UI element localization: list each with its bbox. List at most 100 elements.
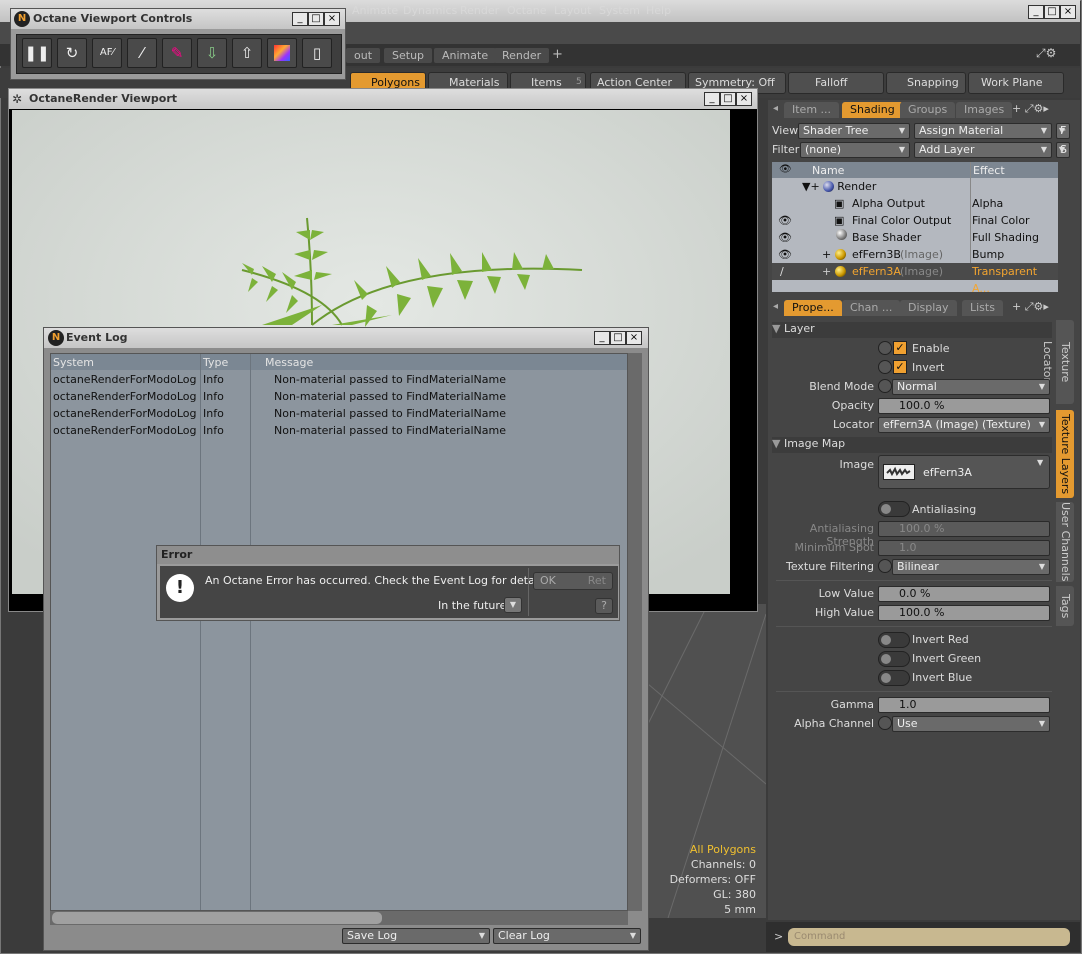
- material-picker-icon[interactable]: ✎: [162, 38, 192, 68]
- maximize-icon[interactable]: □: [1044, 5, 1060, 19]
- autofocus-picker-icon[interactable]: AF⁄: [92, 38, 122, 68]
- falloff-dropdown[interactable]: Falloff: [788, 72, 884, 94]
- menu-help[interactable]: Help: [646, 4, 671, 17]
- minimize-icon[interactable]: _: [704, 92, 720, 106]
- document-icon[interactable]: ▯: [302, 38, 332, 68]
- image-map-section[interactable]: ▼ Image Map: [772, 437, 1052, 453]
- eye-icon[interactable]: 👁: [778, 212, 792, 229]
- tree-row-base-shader[interactable]: 👁 Base Shader Full Shading: [772, 229, 1058, 246]
- minimize-icon[interactable]: _: [1028, 5, 1044, 19]
- close-icon[interactable]: ×: [1060, 5, 1076, 19]
- tab-item-list[interactable]: Item ...: [784, 102, 840, 118]
- vertical-scrollbar[interactable]: [628, 353, 642, 911]
- enable-checkbox[interactable]: ✓: [893, 341, 907, 355]
- horizontal-scroll-thumb[interactable]: [52, 912, 382, 924]
- column-system[interactable]: System: [53, 356, 94, 369]
- download-icon[interactable]: ⇩: [197, 38, 227, 68]
- blend-mode-radio[interactable]: [878, 379, 892, 393]
- panel-menu-icon[interactable]: ◂: [773, 103, 778, 114]
- tree-row-effern3a[interactable]: ∕ + efFern3A (Image) Transparent A...: [772, 263, 1058, 295]
- filter-dropdown[interactable]: (none): [800, 142, 910, 158]
- log-row[interactable]: octaneRenderForModoLog Info Non-material…: [51, 422, 627, 439]
- add-tab-icon[interactable]: +: [552, 47, 563, 62]
- minimize-icon[interactable]: _: [594, 331, 610, 345]
- aa-strength-field[interactable]: 100.0 %: [878, 521, 1050, 537]
- restart-icon[interactable]: ↻: [57, 38, 87, 68]
- image-selector[interactable]: efFern3A ▼: [878, 455, 1050, 489]
- menu-layout[interactable]: Layout: [554, 4, 591, 17]
- tab-lists[interactable]: Lists: [962, 300, 1003, 316]
- enable-radio[interactable]: [878, 341, 892, 355]
- log-row[interactable]: octaneRenderForModoLog Info Non-material…: [51, 371, 627, 388]
- assign-material-button[interactable]: Assign Material: [914, 123, 1052, 139]
- future-dropdown[interactable]: ▼: [504, 597, 522, 613]
- panel-menu-icon[interactable]: ◂: [773, 301, 778, 312]
- menu-animate[interactable]: Animate: [352, 4, 398, 17]
- tree-row-render[interactable]: ▼+ Render: [772, 178, 1058, 195]
- tab-properties[interactable]: Prope...: [784, 300, 842, 316]
- tab-groups[interactable]: Groups: [900, 102, 956, 118]
- invert-blue-toggle[interactable]: [878, 670, 910, 686]
- gamma-field[interactable]: 1.0: [878, 697, 1050, 713]
- log-row[interactable]: octaneRenderForModoLog Info Non-material…: [51, 405, 627, 422]
- column-type[interactable]: Type: [203, 356, 228, 369]
- tab-images[interactable]: Images: [956, 102, 1013, 118]
- add-layer-dropdown[interactable]: Add Layer: [914, 142, 1052, 158]
- invert-red-toggle[interactable]: [878, 632, 910, 648]
- save-log-dropdown[interactable]: Save Log: [342, 928, 490, 944]
- menu-dynamics[interactable]: Dynamics: [403, 4, 457, 17]
- tab-shading[interactable]: Shading: [842, 102, 903, 118]
- view-dropdown[interactable]: Shader Tree: [798, 123, 910, 139]
- close-icon[interactable]: ×: [736, 92, 752, 106]
- low-value-field[interactable]: 0.0 %: [878, 586, 1050, 602]
- menu-octane[interactable]: Octane: [507, 4, 547, 17]
- invert-radio[interactable]: [878, 360, 892, 374]
- maximize-icon[interactable]: □: [308, 12, 324, 26]
- menu-system[interactable]: System: [599, 4, 640, 17]
- event-log-title[interactable]: Event Log: [44, 328, 648, 348]
- command-input[interactable]: Command: [788, 928, 1070, 946]
- color-palette-icon[interactable]: [267, 38, 297, 68]
- work-plane-dropdown[interactable]: Work Plane: [968, 72, 1064, 94]
- s-button[interactable]: S: [1056, 142, 1070, 158]
- blend-mode-dropdown[interactable]: Normal: [892, 379, 1050, 395]
- log-row[interactable]: octaneRenderForModoLog Info Non-material…: [51, 388, 627, 405]
- tab-display[interactable]: Display: [900, 300, 957, 316]
- minimum-spot-field[interactable]: 1.0: [878, 540, 1050, 556]
- render-viewport-title[interactable]: OctaneRender Viewport: [9, 89, 757, 109]
- eye-icon[interactable]: 👁: [778, 229, 792, 246]
- side-tab-texture-layers[interactable]: Texture Layers: [1056, 410, 1074, 498]
- help-button[interactable]: ?: [595, 598, 613, 614]
- close-icon[interactable]: ×: [324, 12, 340, 26]
- close-icon[interactable]: ×: [626, 331, 642, 345]
- f-button[interactable]: F: [1056, 123, 1070, 139]
- layout-tab-render[interactable]: Render: [494, 48, 550, 63]
- maximize-icon[interactable]: □: [610, 331, 626, 345]
- column-message[interactable]: Message: [265, 356, 313, 369]
- tab-channels[interactable]: Chan ...: [842, 300, 901, 316]
- side-tab-tags[interactable]: Tags: [1056, 586, 1074, 626]
- invert-checkbox[interactable]: ✓: [893, 360, 907, 374]
- invert-green-toggle[interactable]: [878, 651, 910, 667]
- tree-row-alpha-output[interactable]: ▣ Alpha Output Alpha: [772, 195, 1058, 212]
- clear-log-dropdown[interactable]: Clear Log: [493, 928, 641, 944]
- layout-tab-layout[interactable]: out: [346, 48, 381, 63]
- menu-render[interactable]: Render: [460, 4, 499, 17]
- ok-button[interactable]: OK Ret: [533, 572, 613, 590]
- error-dialog-title[interactable]: Error: [157, 546, 619, 564]
- antialiasing-toggle[interactable]: [878, 501, 910, 517]
- layout-tab-animate[interactable]: Animate: [434, 48, 497, 63]
- minimize-icon[interactable]: _: [292, 12, 308, 26]
- side-tab-user-channels[interactable]: User Channels: [1056, 502, 1074, 582]
- focus-picker-icon[interactable]: ⁄: [127, 38, 157, 68]
- add-tab-icon[interactable]: + ⤢⚙▸: [1012, 102, 1049, 116]
- pause-icon[interactable]: ❚❚: [22, 38, 52, 68]
- layer-section[interactable]: ▼ Layer: [772, 322, 1052, 338]
- snapping-button[interactable]: Snapping: [886, 72, 966, 94]
- expand-icon[interactable]: ⤢⚙: [1036, 46, 1056, 61]
- add-tab-icon[interactable]: + ⤢⚙▸: [1012, 300, 1049, 314]
- layout-tab-setup[interactable]: Setup: [384, 48, 433, 63]
- upload-icon[interactable]: ⇧: [232, 38, 262, 68]
- texture-filtering-dropdown[interactable]: Bilinear: [892, 559, 1050, 575]
- alpha-channel-dropdown[interactable]: Use: [892, 716, 1050, 732]
